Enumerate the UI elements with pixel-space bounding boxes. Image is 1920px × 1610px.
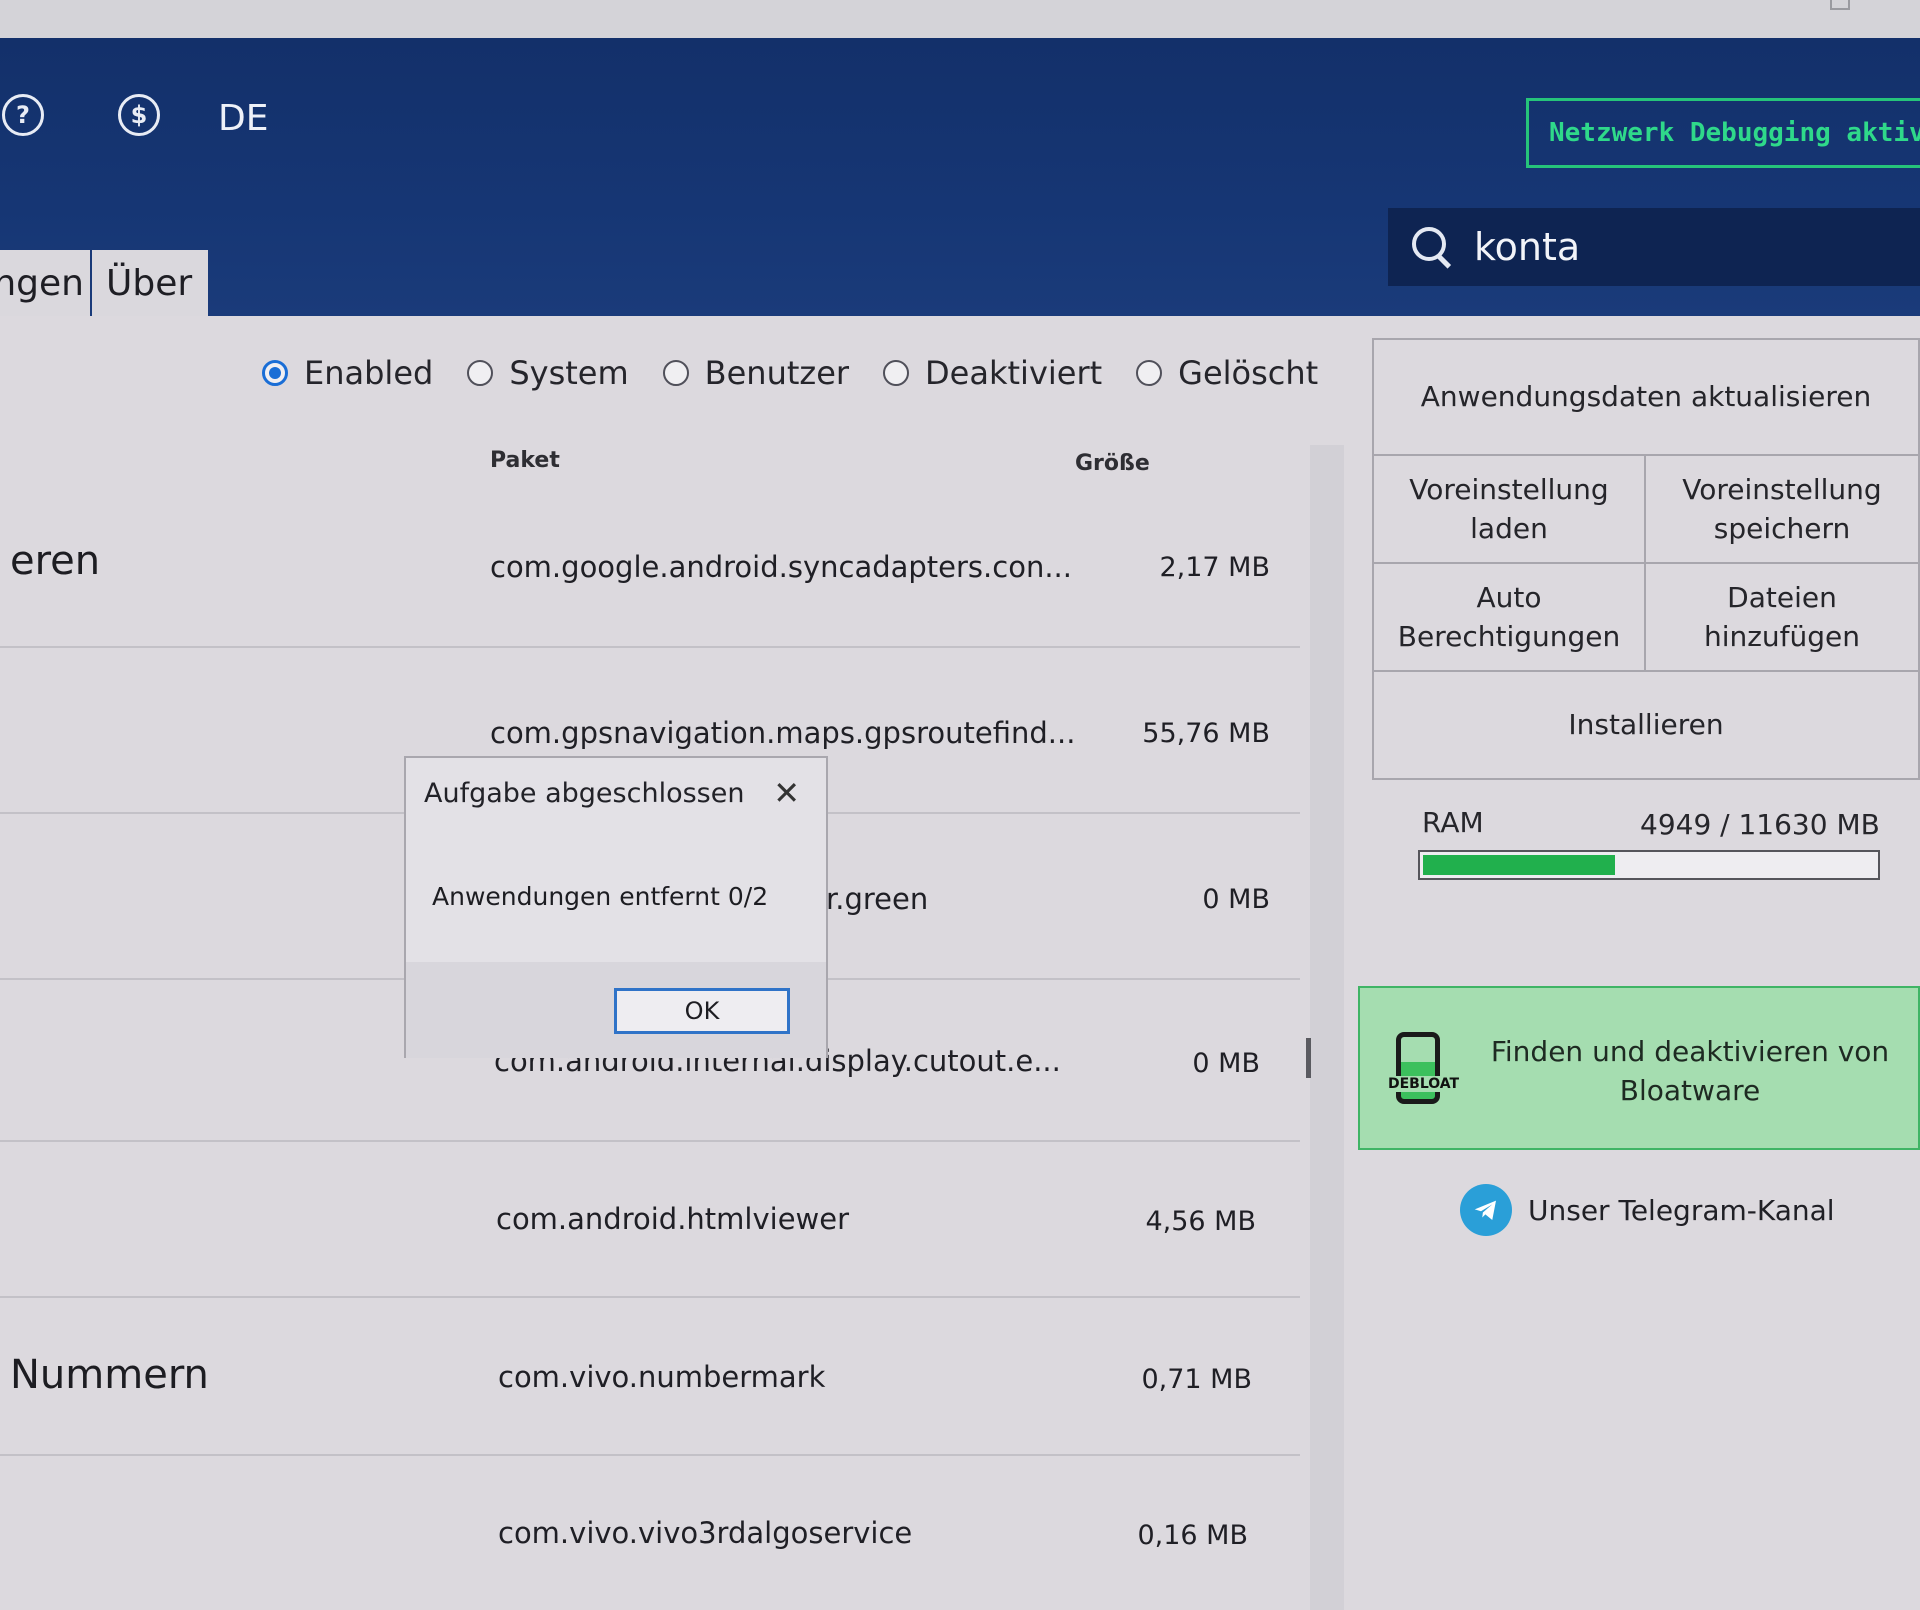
ram-progress-bar: [1418, 850, 1880, 880]
filter-deleted[interactable]: Gelöscht: [1136, 354, 1318, 392]
radio-icon: [883, 360, 910, 386]
ram-value: 4949 / 11630 MB: [1640, 808, 1880, 841]
ram-progress-fill: [1423, 855, 1615, 875]
package-size: 2,17 MB: [1159, 552, 1270, 583]
tab-bar: ngen Über: [0, 250, 208, 316]
debloat-button[interactable]: DEBLOAT Finden und deaktivieren von Bloa…: [1358, 986, 1920, 1150]
telegram-icon: [1460, 1184, 1512, 1236]
filter-label: Enabled: [304, 354, 434, 392]
search-icon: [1410, 225, 1454, 269]
radio-icon: [467, 360, 494, 386]
package-name: com.vivo.numbermark: [498, 1360, 826, 1394]
filter-disabled[interactable]: Deaktiviert: [883, 354, 1102, 392]
column-header-package[interactable]: Paket: [490, 448, 560, 473]
search-box: [1388, 208, 1920, 286]
save-preset-button[interactable]: Voreinstellung speichern: [1646, 456, 1918, 564]
refresh-app-data-button[interactable]: Anwendungsdaten aktualisieren: [1374, 340, 1918, 456]
row-divider: [0, 1296, 1300, 1298]
package-name: com.gpsnavigation.maps.gpsroutefind...: [490, 716, 1076, 750]
telegram-label: Unser Telegram-Kanal: [1528, 1193, 1835, 1227]
filter-label: Gelöscht: [1178, 354, 1319, 392]
row-divider: [0, 646, 1300, 648]
language-selector[interactable]: DE: [218, 98, 268, 139]
list-scrollbar-thumb[interactable]: [1306, 1038, 1311, 1078]
close-icon[interactable]: ✕: [773, 774, 800, 812]
window-top-strip: [0, 0, 1920, 38]
filter-enabled[interactable]: Enabled: [262, 354, 433, 392]
donate-icon[interactable]: $: [118, 94, 160, 136]
action-button-grid: Anwendungsdaten aktualisieren Voreinstel…: [1372, 338, 1920, 780]
filter-system[interactable]: System: [467, 354, 629, 392]
ok-button[interactable]: OK: [614, 988, 790, 1034]
radio-icon: [1136, 360, 1163, 386]
search-input[interactable]: [1472, 224, 1896, 270]
dialog-message: Anwendungen entfernt 0/2: [432, 882, 769, 911]
tab-settings[interactable]: ngen: [0, 250, 90, 316]
radio-selected-icon: [262, 360, 288, 386]
row-divider: [0, 1454, 1300, 1456]
phone-debloat-icon: [1396, 1032, 1440, 1104]
package-name: com.google.android.syncadapters.con...: [490, 550, 1072, 584]
filter-label: Deaktiviert: [925, 354, 1103, 392]
filter-label: System: [509, 354, 629, 392]
row-divider: [0, 1140, 1300, 1142]
app-name: Nummern: [10, 1352, 209, 1398]
window-minimize-icon[interactable]: [1830, 0, 1850, 10]
ram-label: RAM: [1422, 806, 1484, 839]
install-button[interactable]: Installieren: [1374, 672, 1918, 778]
app-name: eren: [10, 538, 101, 584]
add-files-button[interactable]: Dateien hinzufügen: [1646, 564, 1918, 672]
help-icon[interactable]: ?: [2, 94, 44, 136]
debloat-label: Finden und deaktivieren von Bloatware: [1490, 1035, 1890, 1108]
list-scrollbar[interactable]: [1310, 445, 1344, 1610]
package-size: 0 MB: [1192, 1048, 1260, 1079]
radio-icon: [662, 360, 689, 386]
filter-radio-group: Enabled System Benutzer Deaktiviert Gelö…: [262, 354, 1352, 392]
debloat-icon-tag: DEBLOAT: [1386, 1076, 1462, 1092]
task-complete-dialog: Aufgabe abgeschlossen ✕ Anwendungen entf…: [404, 756, 828, 1058]
tab-about[interactable]: Über: [92, 250, 208, 316]
column-header-size[interactable]: Größe: [1075, 451, 1150, 476]
package-size: 55,76 MB: [1142, 718, 1270, 749]
package-size: 0 MB: [1202, 884, 1270, 915]
package-name: com.android.htmlviewer: [496, 1202, 850, 1236]
package-size: 0,71 MB: [1141, 1364, 1252, 1395]
filter-user[interactable]: Benutzer: [662, 354, 850, 392]
telegram-channel-link[interactable]: Unser Telegram-Kanal: [1460, 1184, 1835, 1236]
auto-permissions-button[interactable]: Auto Berechtigungen: [1374, 564, 1646, 672]
package-name: com.vivo.vivo3rdalgoservice: [498, 1516, 913, 1550]
dialog-title: Aufgabe abgeschlossen: [424, 778, 745, 809]
package-name: r.green: [826, 882, 929, 916]
filter-label: Benutzer: [704, 354, 850, 392]
network-debugging-button[interactable]: Netzwerk Debugging aktiviere: [1526, 98, 1920, 168]
load-preset-button[interactable]: Voreinstellung laden: [1374, 456, 1646, 564]
package-size: 0,16 MB: [1137, 1520, 1248, 1551]
package-size: 4,56 MB: [1145, 1206, 1256, 1237]
